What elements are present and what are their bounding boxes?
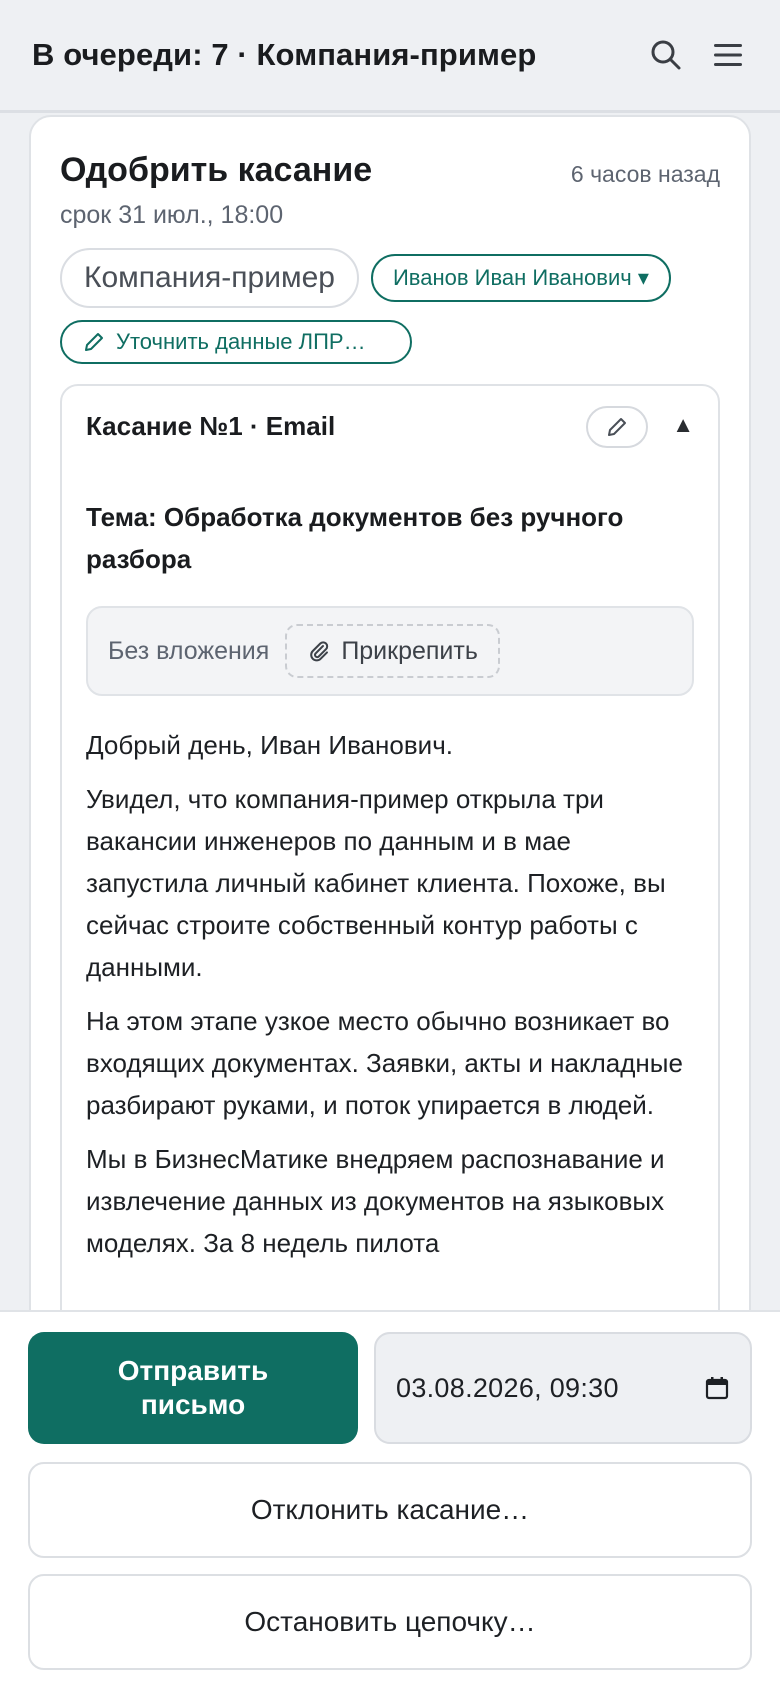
body-paragraph: Увидел, что компания-пример открыла три … (86, 784, 666, 982)
queue-title: В очереди: 7 · Компания-пример (32, 37, 537, 72)
search-icon[interactable] (646, 35, 686, 75)
schedule-datetime-input[interactable]: 03.08.2026, 09:30 (374, 1332, 752, 1444)
decline-touch-button[interactable]: Отклонить касание… (28, 1462, 752, 1558)
body-paragraph: Добрый день, Иван Иванович. (86, 730, 453, 760)
edit-contact-button[interactable]: Уточнить данные ЛПР… (60, 320, 412, 364)
body-paragraph: На этом этапе узкое место обычно возника… (86, 1006, 683, 1120)
app-header: В очереди: 7 · Компания-пример (0, 0, 780, 113)
person-dropdown[interactable]: Иванов Иван Иванович ▾ (370, 254, 671, 302)
pencil-icon (608, 418, 626, 436)
send-email-button[interactable]: Отправить письмо (28, 1332, 358, 1444)
attachment-box: Без вложения Прикрепить (86, 606, 694, 696)
touch-title: Касание №1 · Email (86, 411, 336, 441)
collapse-icon[interactable]: ▲ (672, 412, 694, 438)
body-paragraph: Мы в БизнесМатике внедряем распознавание… (86, 1144, 665, 1258)
time-ago: 6 часов назад (570, 161, 720, 187)
edit-contact-label: Уточнить данные ЛПР… (116, 329, 366, 354)
menu-icon[interactable] (708, 35, 748, 75)
card-title: Одобрить касание (60, 151, 373, 189)
deadline: срок 31 июл., 18:00 (60, 201, 284, 229)
attach-label: Прикрепить (341, 636, 478, 665)
action-bar: Отправить письмо 03.08.2026, 09:30 Откло… (0, 1310, 780, 1688)
calendar-icon[interactable] (704, 1375, 730, 1401)
datetime-value: 03.08.2026, 09:30 (396, 1372, 619, 1403)
stop-chain-button[interactable]: Остановить цепочку… (28, 1574, 752, 1670)
company-chip[interactable]: Компания-пример (60, 248, 359, 308)
edit-touch-button[interactable] (586, 406, 648, 448)
paperclip-icon (310, 641, 329, 662)
attachment-label: Без вложения (108, 636, 270, 665)
email-body: Добрый день, Иван Иванович. Увидел, что … (86, 724, 694, 1264)
attach-button[interactable]: Прикрепить (285, 624, 500, 678)
approval-card: Одобрить касание 6 часов назад срок 31 и… (29, 115, 751, 1415)
pencil-icon (85, 333, 103, 351)
email-subject: Тема: Обработка документов без ручного р… (86, 502, 624, 574)
touch-panel: Касание №1 · Email ▲ Тема: Обработка док… (60, 384, 720, 1384)
